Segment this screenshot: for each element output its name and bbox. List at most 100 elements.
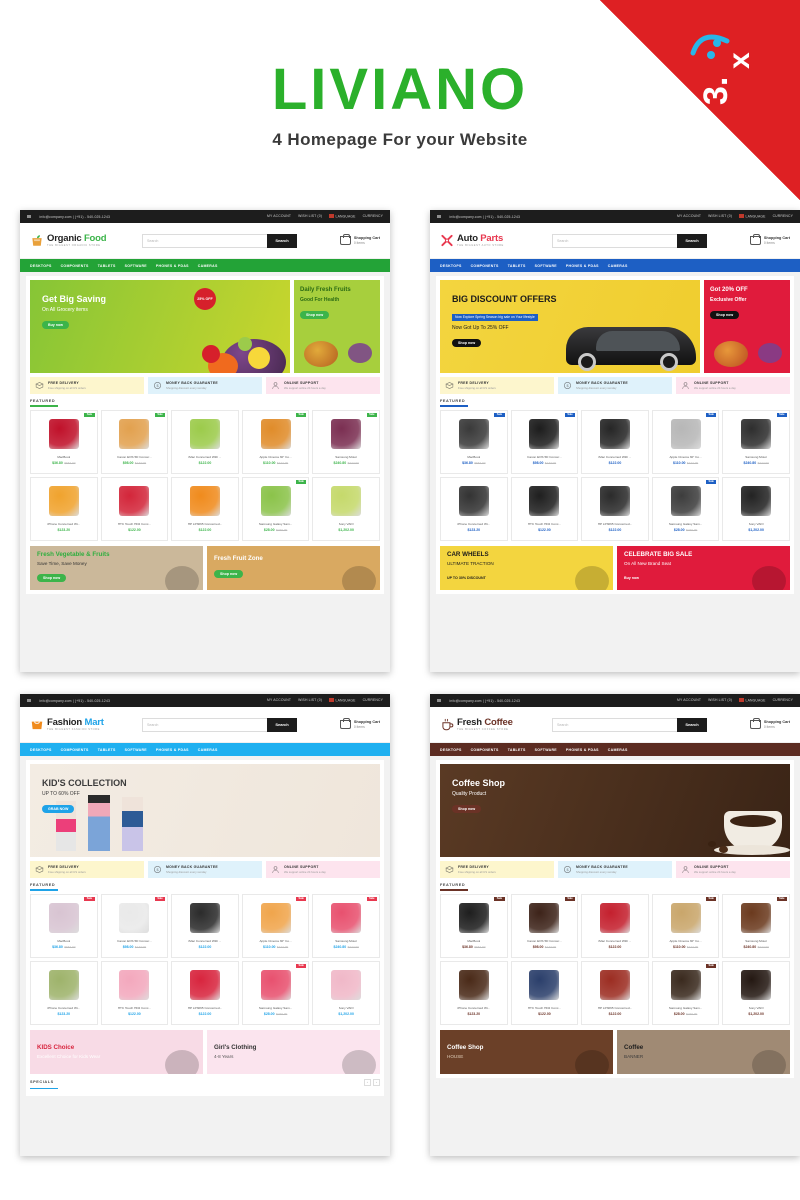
prev-arrow-icon[interactable]: ‹ — [364, 1078, 371, 1086]
product-card[interactable]: Sale Apple Cinema 30" Co... $110.00 $122.… — [651, 893, 720, 958]
site-logo[interactable]: Organic Food THE BIGGEST ORGANIC STORE — [30, 233, 134, 248]
product-card[interactable]: Sale Samsung Galaxy Sam... $28.00 $240.00 — [241, 960, 310, 1025]
product-card[interactable]: Sale Apple Cinema 30" Co... $110.00 $122.… — [241, 893, 310, 958]
product-card[interactable]: iPhone Concerned Wi... $123.20 — [440, 960, 508, 1025]
promo-banner[interactable]: KIDS Choice Excellent Choice for Kids We… — [30, 1029, 203, 1074]
product-card[interactable]: Sale MacBook $36.80 $662.00 — [440, 409, 508, 474]
search-box[interactable]: Search Search — [142, 717, 297, 732]
nav-item-tablets[interactable]: TABLETS — [98, 748, 116, 752]
main-banner[interactable]: Get Big Saving On All Grocery items Buy … — [30, 280, 290, 373]
product-card[interactable]: Sale Samsung Motor $240.80 $242.00 — [722, 409, 790, 474]
product-card[interactable]: HTC Touch HD2 Conc... $122.00 — [100, 960, 169, 1025]
promo-banner[interactable]: Fresh Fruit Zone Shop now — [207, 545, 380, 590]
theme-preview-fresh-coffee[interactable]: info@company.com | (+91) - 540-025-1243 … — [430, 694, 800, 1156]
product-card[interactable]: iMac Concerned With ... $122.00 — [581, 893, 649, 958]
product-card[interactable]: Sale Apple Cinema 30" Co... $110.00 $122.… — [241, 409, 310, 474]
product-card[interactable]: Sale Samsung Motor $240.80 $242.00 — [312, 409, 380, 474]
nav-item-cameras[interactable]: CAMERAS — [198, 748, 218, 752]
product-card[interactable]: HP LP3065 Concerned... $122.00 — [171, 476, 239, 541]
search-button[interactable]: Search — [677, 233, 707, 248]
my-account-link[interactable]: MY ACCOUNT — [267, 698, 291, 702]
product-card[interactable]: Sale Canon EOS 5D Concer... $98.00 $133.0… — [510, 409, 579, 474]
promo-banner[interactable]: Coffee BANNER — [617, 1029, 790, 1074]
theme-preview-organic-food[interactable]: info@company.com | (+91) - 540-025-1243 … — [20, 210, 390, 672]
product-card[interactable]: Sale MacBook $36.80 $662.00 — [30, 893, 98, 958]
product-card[interactable]: Sale Canon EOS 5D Concer... $98.00 $133.0… — [510, 893, 579, 958]
banner-cta-button[interactable]: Shop now — [452, 339, 482, 348]
site-logo[interactable]: Auto Parts THE BIGGEST AUTO STORE — [440, 233, 544, 248]
product-card[interactable]: Sony VAIO $1,202.00 — [722, 960, 790, 1025]
my-account-link[interactable]: MY ACCOUNT — [677, 698, 701, 702]
side-banner-button[interactable]: Shop now — [710, 310, 740, 319]
language-selector[interactable]: LANGUAGE — [336, 699, 356, 703]
nav-item-components[interactable]: COMPONENTS — [471, 264, 499, 268]
product-card[interactable]: iPhone Concerned Wi... $123.20 — [30, 476, 98, 541]
nav-item-desktops[interactable]: DESKTOPS — [30, 748, 52, 752]
nav-item-desktops[interactable]: DESKTOPS — [440, 264, 462, 268]
search-input[interactable]: Search — [142, 233, 267, 248]
currency-selector[interactable]: CURRENCY — [773, 698, 793, 702]
product-card[interactable]: Sale Samsung Galaxy Sam... $28.00 $240.00 — [651, 476, 720, 541]
my-account-link[interactable]: MY ACCOUNT — [267, 214, 291, 218]
product-card[interactable]: Sale Canon EOS 5D Concer... $98.00 $133.0… — [100, 893, 169, 958]
shopping-cart-button[interactable]: Shopping Cart 0 items — [749, 718, 790, 730]
carousel-arrows[interactable]: ‹ › — [364, 1078, 380, 1086]
site-logo[interactable]: Fashion Mart THE BIGGEST FASHION STORE — [30, 717, 134, 732]
next-arrow-icon[interactable]: › — [373, 1078, 380, 1086]
my-account-link[interactable]: MY ACCOUNT — [677, 214, 701, 218]
language-selector[interactable]: LANGUAGE — [746, 699, 766, 703]
main-banner[interactable]: BIG DISCOUNT OFFERS Now Explore Spring S… — [440, 280, 700, 373]
shopping-cart-button[interactable]: Shopping Cart 0 items — [339, 718, 380, 730]
nav-item-cameras[interactable]: CAMERAS — [608, 748, 628, 752]
search-input[interactable]: Search — [552, 233, 677, 248]
main-navigation[interactable]: DESKTOPS COMPONENTS TABLETS SOFTWARE PHONES … — [430, 259, 800, 272]
product-card[interactable]: Sale Samsung Galaxy Sam... $28.00 $240.00 — [241, 476, 310, 541]
banner-cta-button[interactable]: GRAB NOW — [42, 805, 75, 814]
main-navigation[interactable]: DESKTOPS COMPONENTS TABLETS SOFTWARE PHONES … — [20, 259, 390, 272]
nav-item-components[interactable]: COMPONENTS — [471, 748, 499, 752]
product-card[interactable]: iMac Concerned With ... $122.00 — [171, 893, 239, 958]
product-card[interactable]: iMac Concerned With ... $122.00 — [581, 409, 649, 474]
language-selector[interactable]: LANGUAGE — [746, 215, 766, 219]
search-box[interactable]: Search Search — [552, 233, 707, 248]
nav-item-desktops[interactable]: DESKTOPS — [440, 748, 462, 752]
product-card[interactable]: Sale Apple Cinema 30" Co... $110.00 $122.… — [651, 409, 720, 474]
shopping-cart-button[interactable]: Shopping Cart 0 items — [749, 234, 790, 246]
theme-preview-fashion-mart[interactable]: info@company.com | (+91) - 540-025-1243 … — [20, 694, 390, 1156]
nav-item-desktops[interactable]: DESKTOPS — [30, 264, 52, 268]
nav-item-cameras[interactable]: CAMERAS — [608, 264, 628, 268]
main-navigation[interactable]: DESKTOPS COMPONENTS TABLETS SOFTWARE PHONES … — [430, 743, 800, 756]
nav-item-software[interactable]: SOFTWARE — [125, 264, 147, 268]
promo-banner[interactable]: Coffee Shop HOUSE — [440, 1029, 613, 1074]
nav-item-software[interactable]: SOFTWARE — [535, 264, 557, 268]
product-card[interactable]: Sony VAIO $1,202.00 — [312, 960, 380, 1025]
search-button[interactable]: Search — [267, 717, 297, 732]
search-box[interactable]: Search Search — [552, 717, 707, 732]
wish-list-link[interactable]: WISH LIST (0) — [298, 698, 322, 702]
nav-item-phones-pdas[interactable]: PHONES & PDAS — [566, 264, 599, 268]
search-box[interactable]: Search Search — [142, 233, 297, 248]
nav-item-tablets[interactable]: TABLETS — [508, 264, 526, 268]
product-card[interactable]: iPhone Concerned Wi... $123.20 — [30, 960, 98, 1025]
product-card[interactable]: iMac Concerned With ... $122.00 — [171, 409, 239, 474]
promo-banner-button[interactable]: UP TO 30% DISCOUNT — [447, 576, 486, 580]
site-logo[interactable]: Fresh Coffee THE BIGGEST COFFEE STORE — [440, 717, 544, 732]
product-card[interactable]: Sale Samsung Galaxy Sam... $28.00 $240.00 — [651, 960, 720, 1025]
currency-selector[interactable]: CURRENCY — [363, 698, 383, 702]
search-input[interactable]: Search — [552, 717, 677, 732]
product-card[interactable]: Sony VAIO $1,202.00 — [312, 476, 380, 541]
main-banner[interactable]: Coffee Shop Quality Product Shop now — [440, 764, 790, 857]
side-banner[interactable]: Daily Fresh Fruits Good For Health Shop … — [294, 280, 380, 373]
product-card[interactable]: HTC Touch HD2 Conc... $122.00 — [510, 476, 579, 541]
theme-preview-auto-parts[interactable]: info@company.com | (+91) - 540-025-1243 … — [430, 210, 800, 672]
wish-list-link[interactable]: WISH LIST (0) — [298, 214, 322, 218]
product-card[interactable]: HTC Touch HD2 Conc... $122.00 — [510, 960, 579, 1025]
promo-banner[interactable]: Fresh Vegetable & Fruits Save Time, Save… — [30, 545, 203, 590]
product-card[interactable]: Sale Samsung Motor $240.80 $242.00 — [312, 893, 380, 958]
search-button[interactable]: Search — [267, 233, 297, 248]
product-card[interactable]: HP LP3065 Concerned... $122.00 — [581, 476, 649, 541]
promo-banner-button[interactable]: Shop now — [214, 570, 244, 579]
wish-list-link[interactable]: WISH LIST (0) — [708, 698, 732, 702]
banner-cta-button[interactable]: Shop now — [452, 805, 482, 814]
promo-banner[interactable]: CAR WHEELS ULTIMATE TRACTION UP TO 30% D… — [440, 545, 613, 590]
